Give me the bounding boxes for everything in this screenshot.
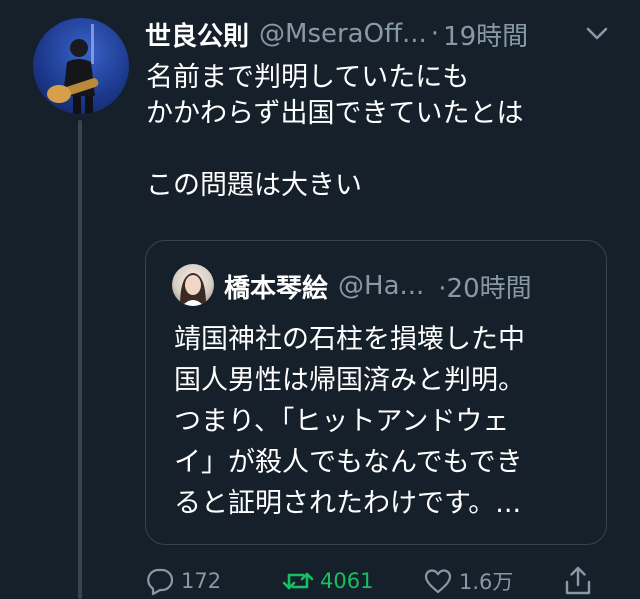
quoted-avatar-photo [180,273,206,306]
share-button[interactable] [563,563,593,599]
tweet-body: 名前まで判明していたにも かかわらず出国できていたとは この問題は大きい [146,62,524,201]
retweet-count: 4061 [320,569,374,593]
avatar-photo [47,24,99,114]
more-menu-button[interactable] [583,22,611,46]
chevron-down-icon [586,27,608,40]
heart-icon [424,569,452,594]
quoted-tweet-body: 靖国神社の石柱を損壊した中 国人男性は帰国済みと判明。 つまり、「ヒットアンドウ… [174,324,525,519]
author-avatar[interactable] [33,18,129,114]
tweet-header: 世良公則 @MseraOff... · 19時間 [145,14,585,54]
author-handle[interactable]: @MseraOff... [259,19,427,49]
reply-button[interactable]: 172 [145,563,221,599]
quoted-author-name[interactable]: 橋本琴絵 [224,268,328,305]
header-separator: · [430,19,440,49]
retweet-button[interactable]: 4061 [282,563,373,599]
tweet-timestamp[interactable]: 19時間 [443,16,528,53]
quoted-tweet-timestamp[interactable]: ·20時間 [438,268,531,305]
quoted-tweet-header: 橋本琴絵 @Ha... ·20時間 [224,266,594,306]
reply-count: 172 [181,569,222,593]
quoted-author-handle[interactable]: @Ha... [338,271,424,301]
tweet-actions: 172 4061 1.6万 [145,563,605,599]
quoted-author-avatar[interactable] [172,264,214,306]
quoted-tweet-card[interactable]: 橋本琴絵 @Ha... ·20時間 靖国神社の石柱を損壊した中 国人男性は帰国済… [145,240,607,545]
like-button[interactable]: 1.6万 [423,563,513,599]
comment-icon [147,568,174,596]
thread-line [78,120,82,599]
like-count: 1.6万 [459,570,514,594]
author-name[interactable]: 世良公則 [145,16,249,53]
share-icon [565,566,591,595]
retweet-icon [282,572,314,590]
